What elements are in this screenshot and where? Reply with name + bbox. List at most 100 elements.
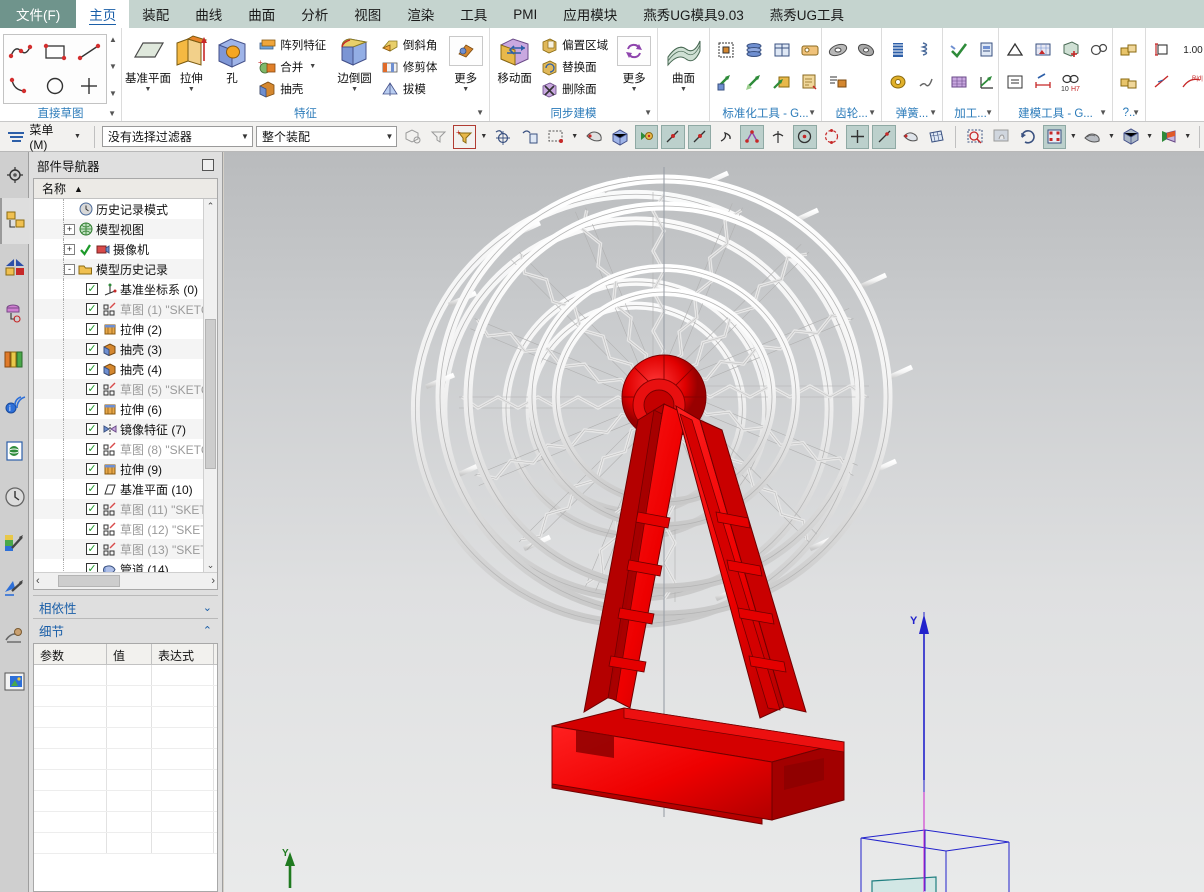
tree-item-extrude-6[interactable]: ✓ 拉伸 (6) bbox=[34, 399, 217, 419]
feature-checkbox[interactable]: ✓ bbox=[86, 543, 98, 555]
table-row[interactable] bbox=[34, 749, 217, 770]
sort-ascending-icon[interactable]: ▲ bbox=[74, 184, 83, 194]
expander-icon[interactable]: - bbox=[64, 263, 75, 275]
tolerance-10h7-icon[interactable]: 10 H7 bbox=[1058, 68, 1084, 96]
feature-checkbox[interactable]: ✓ bbox=[86, 403, 98, 415]
radial-dim-icon[interactable]: R|d| bbox=[1177, 68, 1204, 96]
tree-item-cameras[interactable]: + 摄像机 bbox=[34, 239, 217, 259]
table-row[interactable] bbox=[34, 665, 217, 686]
sidebar-item-palette[interactable] bbox=[0, 658, 29, 704]
selection-filter-combo[interactable]: 没有选择过滤器 ▼ bbox=[101, 126, 253, 147]
group-expand-arrow-icon[interactable]: ▼ bbox=[929, 108, 937, 117]
tree-item-model-history[interactable]: - 模型历史记录 bbox=[34, 259, 217, 279]
selection-scope-combo[interactable]: 整个装配 ▼ bbox=[255, 126, 398, 147]
add-frame-icon[interactable] bbox=[1058, 36, 1084, 64]
face-select-icon[interactable] bbox=[582, 125, 605, 149]
note-icon[interactable] bbox=[1002, 68, 1028, 96]
feature-checkbox[interactable]: ✓ bbox=[86, 483, 98, 495]
trim-body-button[interactable]: 修剪体 bbox=[379, 56, 440, 77]
group-expand-arrow-icon[interactable]: ▼ bbox=[476, 108, 484, 117]
draft-button[interactable]: 拔模 bbox=[379, 78, 440, 99]
tree-horizontal-scrollbar[interactable]: ‹ › bbox=[34, 572, 217, 589]
assembly-select-icon[interactable] bbox=[400, 125, 423, 149]
tree-item-extrude-9[interactable]: ✓ 拉伸 (9) bbox=[34, 459, 217, 479]
table-row[interactable] bbox=[34, 686, 217, 707]
feature-checkbox[interactable]: ✓ bbox=[86, 503, 98, 515]
fit-view-dropdown-icon[interactable]: ▼ bbox=[1069, 133, 1078, 140]
scroll-up-icon[interactable]: ⌃ bbox=[207, 199, 215, 213]
sidebar-item-system-scenes[interactable] bbox=[0, 520, 29, 566]
grid-red-icon[interactable] bbox=[1030, 36, 1056, 64]
green-brush-icon[interactable] bbox=[741, 68, 767, 96]
feature-more-dropdown-icon[interactable]: ▼ bbox=[462, 86, 469, 93]
unite-dropdown-icon[interactable]: ▼ bbox=[309, 63, 316, 70]
extrude-button[interactable]: 拉伸 ▼ bbox=[171, 32, 212, 93]
table-row[interactable] bbox=[34, 833, 217, 854]
feature-more-button[interactable]: 更多 ▼ bbox=[445, 32, 486, 93]
body-select-icon[interactable] bbox=[608, 125, 631, 149]
edge-blend-button[interactable]: 边倒圆 ▼ bbox=[334, 32, 375, 93]
table-frame-icon[interactable] bbox=[769, 36, 795, 64]
pin-panel-icon[interactable] bbox=[202, 159, 214, 171]
sync-more-button[interactable]: 更多 ▼ bbox=[614, 32, 654, 93]
sidebar-item-hd3d[interactable] bbox=[0, 290, 29, 336]
tree-item-extrude-2[interactable]: ✓ 拉伸 (2) bbox=[34, 319, 217, 339]
frame-point-icon[interactable] bbox=[713, 36, 739, 64]
chevron-down-icon[interactable]: ⌄ bbox=[203, 601, 212, 614]
pattern-feature-button[interactable]: 阵列特征 bbox=[256, 34, 328, 55]
unite-button[interactable]: + 合并 ▼ bbox=[256, 56, 328, 77]
feature-checkbox[interactable]: ✓ bbox=[86, 523, 98, 535]
menu-button[interactable]: 菜单(M) ▼ bbox=[4, 119, 87, 154]
spring-icon[interactable] bbox=[913, 36, 939, 64]
tree-item-history-mode[interactable]: 历史记录模式 bbox=[34, 199, 217, 219]
spinner-up-icon[interactable]: ▲ bbox=[109, 36, 117, 44]
menu-tab-pmi[interactable]: PMI bbox=[500, 0, 550, 28]
rectangle-icon[interactable] bbox=[38, 35, 72, 69]
existing-point-icon[interactable] bbox=[845, 124, 870, 149]
gear-spur-icon[interactable] bbox=[825, 36, 851, 64]
feature-checkbox[interactable]: ✓ bbox=[86, 463, 98, 475]
triangle-icon[interactable] bbox=[1002, 36, 1028, 64]
sketch-gallery-spinner[interactable]: ▲ ▼ ▼ bbox=[107, 32, 119, 102]
datum-plane-button[interactable]: 基准平面 ▼ bbox=[125, 32, 171, 93]
delete-face-button[interactable]: 删除面 bbox=[538, 78, 610, 99]
line-icon[interactable] bbox=[72, 35, 106, 69]
table-row[interactable] bbox=[34, 770, 217, 791]
tree-item-datum-plane-10[interactable]: ✓ 基准平面 (10) bbox=[34, 479, 217, 499]
menu-button-dropdown-icon[interactable]: ▼ bbox=[74, 133, 81, 140]
menu-tab-surface[interactable]: 曲面 bbox=[235, 0, 288, 28]
shaded-style-icon[interactable] bbox=[1119, 125, 1142, 149]
expander-icon[interactable]: + bbox=[64, 223, 75, 235]
sidebar-item-history[interactable] bbox=[0, 474, 29, 520]
tree-item-shell-3[interactable]: ✓ 抽壳 (3) bbox=[34, 339, 217, 359]
stack-icon[interactable] bbox=[741, 36, 767, 64]
menu-tab-home[interactable]: 主页 bbox=[76, 0, 130, 28]
green-box-icon[interactable] bbox=[769, 68, 795, 96]
graphics-viewport[interactable]: Y X Z Y bbox=[224, 152, 1204, 892]
details-col-expression[interactable]: 表达式 bbox=[152, 644, 214, 664]
gold-blocks2-icon[interactable] bbox=[1116, 68, 1142, 96]
tree-item-model-views[interactable]: + 模型视图 bbox=[34, 219, 217, 239]
feature-checkbox[interactable]: ✓ bbox=[86, 323, 98, 335]
measure-icon[interactable] bbox=[1030, 68, 1056, 96]
menu-tab-render[interactable]: 渲染 bbox=[394, 0, 447, 28]
view-orient-dropdown-icon[interactable]: ▼ bbox=[1107, 133, 1116, 140]
chevron-down-icon[interactable]: ▼ bbox=[385, 132, 393, 141]
menu-tab-assembly[interactable]: 装配 bbox=[129, 0, 182, 28]
tree-item-datum-csys[interactable]: ✓ 基准坐标系 (0) bbox=[34, 279, 217, 299]
color-display-icon[interactable] bbox=[1157, 125, 1180, 149]
snap-filter-icon[interactable]: + bbox=[453, 124, 477, 149]
menu-tab-curve[interactable]: 曲线 bbox=[182, 0, 235, 28]
extrude-dropdown-icon[interactable]: ▼ bbox=[188, 86, 195, 93]
label-card-icon[interactable] bbox=[797, 36, 823, 64]
tree-item-sketch-5[interactable]: ✓ 草图 (5) "SKETC bbox=[34, 379, 217, 399]
menu-tab-view[interactable]: 视图 bbox=[341, 0, 394, 28]
point-on-face-icon[interactable] bbox=[899, 125, 922, 149]
datum-plane-dropdown-icon[interactable]: ▼ bbox=[145, 86, 152, 93]
blue-card-icon[interactable] bbox=[974, 36, 1000, 64]
tangent-snap-icon[interactable] bbox=[714, 125, 737, 149]
sidebar-item-system-materials[interactable] bbox=[0, 336, 29, 382]
surface-dropdown-icon[interactable]: ▼ bbox=[680, 86, 687, 93]
table-row[interactable] bbox=[34, 812, 217, 833]
arc-center-icon[interactable] bbox=[793, 124, 817, 149]
